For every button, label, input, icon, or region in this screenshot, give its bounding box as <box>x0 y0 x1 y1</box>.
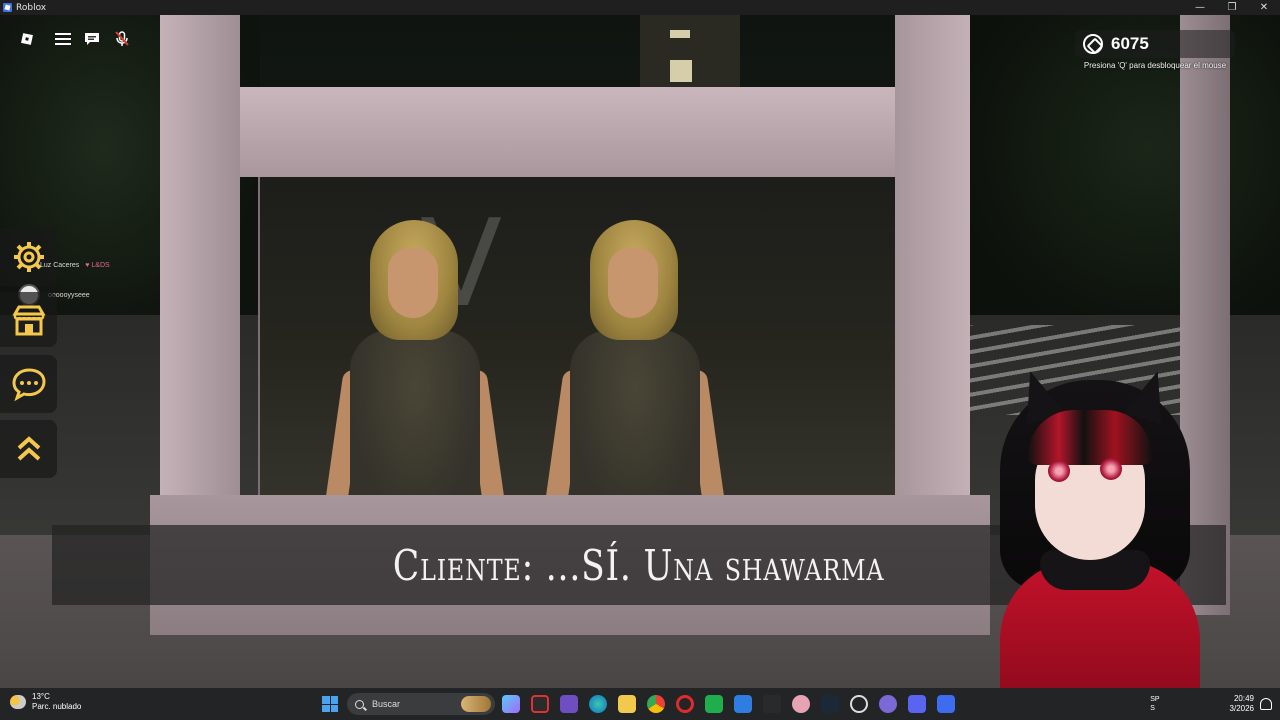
voice-mic-button[interactable] <box>112 30 132 48</box>
roblox-taskbar-icon[interactable] <box>937 695 955 713</box>
file-explorer-icon[interactable] <box>618 695 636 713</box>
vtuber-app-icon[interactable] <box>560 695 578 713</box>
discord-icon[interactable] <box>908 695 926 713</box>
robux-balance[interactable]: 6075 <box>1075 30 1235 58</box>
weather-temperature: 13°C <box>32 692 50 701</box>
search-placeholder: Buscar <box>372 699 401 709</box>
steam-icon[interactable] <box>821 695 839 713</box>
window-title: Roblox <box>16 2 47 13</box>
roblox-menu-button[interactable] <box>17 30 37 48</box>
language-code: SP <box>1150 696 1160 703</box>
mouse-unlock-hint: Presiona 'Q' para desbloquear el mouse <box>1083 61 1227 70</box>
chat-button[interactable] <box>0 355 57 413</box>
player-tag: ♥ L&DS <box>85 262 110 269</box>
dialogue-subtitle: Cliente: ...SÍ. Una shawarma <box>393 540 885 590</box>
weather-description: Parc. nublado <box>32 702 82 711</box>
app-purple-icon[interactable] <box>879 695 897 713</box>
minimize-button[interactable]: — <box>1184 0 1216 15</box>
chevron-up-double-icon <box>17 436 40 461</box>
edge-icon[interactable] <box>589 695 607 713</box>
excel-like-icon[interactable] <box>705 695 723 713</box>
weather-widget[interactable]: 13°C Parc. nublado <box>10 692 81 712</box>
shop-icon <box>11 305 46 335</box>
search-icon <box>355 699 364 709</box>
copilot-icon[interactable] <box>502 695 520 713</box>
system-tray: SP S 20:49 3/2026 <box>1150 688 1280 720</box>
app-red-icon[interactable] <box>531 695 549 713</box>
npc-customer[interactable] <box>544 220 726 530</box>
opera-gx-icon[interactable] <box>676 695 694 713</box>
robux-amount: 6075 <box>1111 34 1149 53</box>
speech-bubble-icon <box>11 368 46 402</box>
taskbar-search[interactable]: Buscar <box>347 693 495 715</box>
partly-cloudy-icon <box>10 695 26 709</box>
chat-toggle-button[interactable] <box>82 30 102 48</box>
player-list-entry[interactable]: Luz Caceres ♥ L&DS <box>18 262 110 269</box>
chat-bubble-icon <box>85 33 99 45</box>
maximize-button[interactable]: ❐ <box>1216 0 1248 15</box>
window-titlebar: Roblox — ❐ ✕ <box>0 0 1280 15</box>
hamburger-menu-button[interactable] <box>53 30 73 48</box>
language-indicator[interactable]: SP S <box>1150 695 1159 713</box>
clock[interactable]: 20:49 3/2026 <box>1230 694 1254 714</box>
roblox-logo-icon <box>21 33 33 45</box>
expand-menu-button[interactable] <box>0 420 57 478</box>
clock-time: 20:49 <box>1233 694 1254 703</box>
app-pink-icon[interactable] <box>792 695 810 713</box>
microphone-muted-icon <box>115 31 129 46</box>
clock-date: 3/2026 <box>1229 704 1254 713</box>
start-button[interactable] <box>322 696 338 712</box>
shop-button[interactable] <box>0 292 57 347</box>
npc-customer[interactable] <box>324 220 506 530</box>
player-name: Luz Caceres <box>40 262 80 269</box>
windows-taskbar: 13°C Parc. nublado Buscar SP S 20:49 3/2… <box>0 688 1280 720</box>
vtuber-avatar-overlay <box>960 365 1230 700</box>
robux-icon <box>1083 34 1103 54</box>
hamburger-icon <box>55 33 71 45</box>
app-dark-icon[interactable] <box>763 695 781 713</box>
window-controls: — ❐ ✕ <box>1184 0 1280 15</box>
chrome-icon[interactable] <box>647 695 665 713</box>
obs-icon[interactable] <box>850 695 868 713</box>
roblox-app-icon <box>3 3 12 12</box>
app-blue-icon[interactable] <box>734 695 752 713</box>
gear-icon <box>13 242 44 272</box>
language-sub: S <box>1150 705 1155 712</box>
close-button[interactable]: ✕ <box>1248 0 1280 15</box>
notification-bell-icon[interactable] <box>1260 698 1272 710</box>
search-highlight-icon <box>461 696 491 712</box>
window-frame-right <box>895 15 970 575</box>
settings-button[interactable] <box>0 228 57 286</box>
window-frame-top <box>230 87 920 177</box>
